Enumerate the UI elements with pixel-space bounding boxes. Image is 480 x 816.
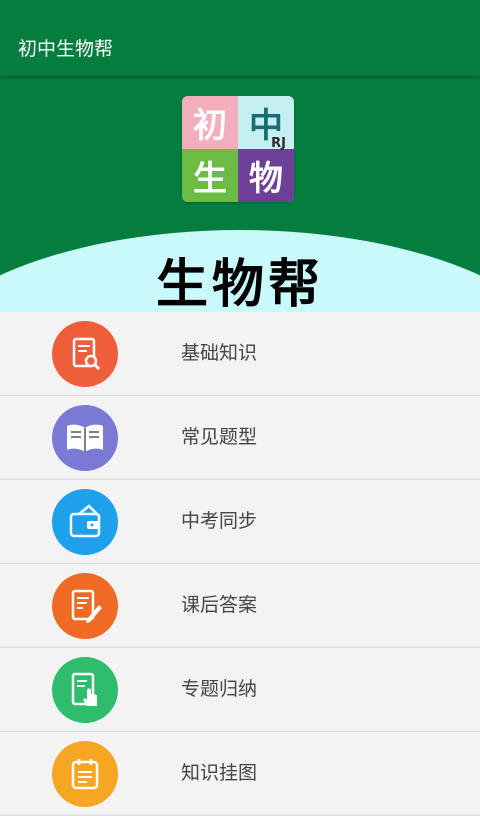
- menu-item-label: 基础知识: [181, 342, 258, 364]
- logo-char-3: 生: [182, 149, 238, 202]
- menu-item-basic-knowledge[interactable]: 基础知识: [0, 312, 480, 396]
- app-title: 初中生物帮: [18, 38, 114, 60]
- menu-item-label: 中考同步: [181, 510, 258, 532]
- calendar-list-icon: [52, 741, 118, 807]
- document-edit-icon: [52, 573, 118, 639]
- menu-item-knowledge-charts[interactable]: 知识挂图: [0, 732, 480, 816]
- open-book-icon: [52, 405, 118, 471]
- logo-badge: RJ: [271, 136, 286, 151]
- document-search-icon: [52, 321, 118, 387]
- menu-item-exam-sync[interactable]: 中考同步: [0, 480, 480, 564]
- header-banner: 初 中 生 物 RJ 生物帮: [0, 76, 480, 312]
- logo-char-4: 物: [238, 149, 294, 202]
- logo-char-1: 初: [182, 96, 238, 149]
- menu-item-topic-summary[interactable]: 专题归纳: [0, 648, 480, 732]
- banner-title: 生物帮: [155, 255, 324, 312]
- tablet-tap-icon: [52, 657, 118, 723]
- app-logo: 初 中 生 物 RJ: [182, 96, 294, 202]
- app-bar: 初中生物帮: [0, 0, 480, 76]
- menu-item-label: 课后答案: [181, 594, 258, 616]
- menu-list: 基础知识 常见题型 中考同步 课后答案 专题归纳 知识挂图: [0, 312, 480, 816]
- menu-item-homework-answers[interactable]: 课后答案: [0, 564, 480, 648]
- menu-item-label: 专题归纳: [181, 678, 258, 700]
- menu-item-label: 常见题型: [181, 426, 258, 448]
- wallet-icon: [52, 489, 118, 555]
- menu-item-label: 知识挂图: [181, 762, 258, 784]
- menu-item-common-questions[interactable]: 常见题型: [0, 396, 480, 480]
